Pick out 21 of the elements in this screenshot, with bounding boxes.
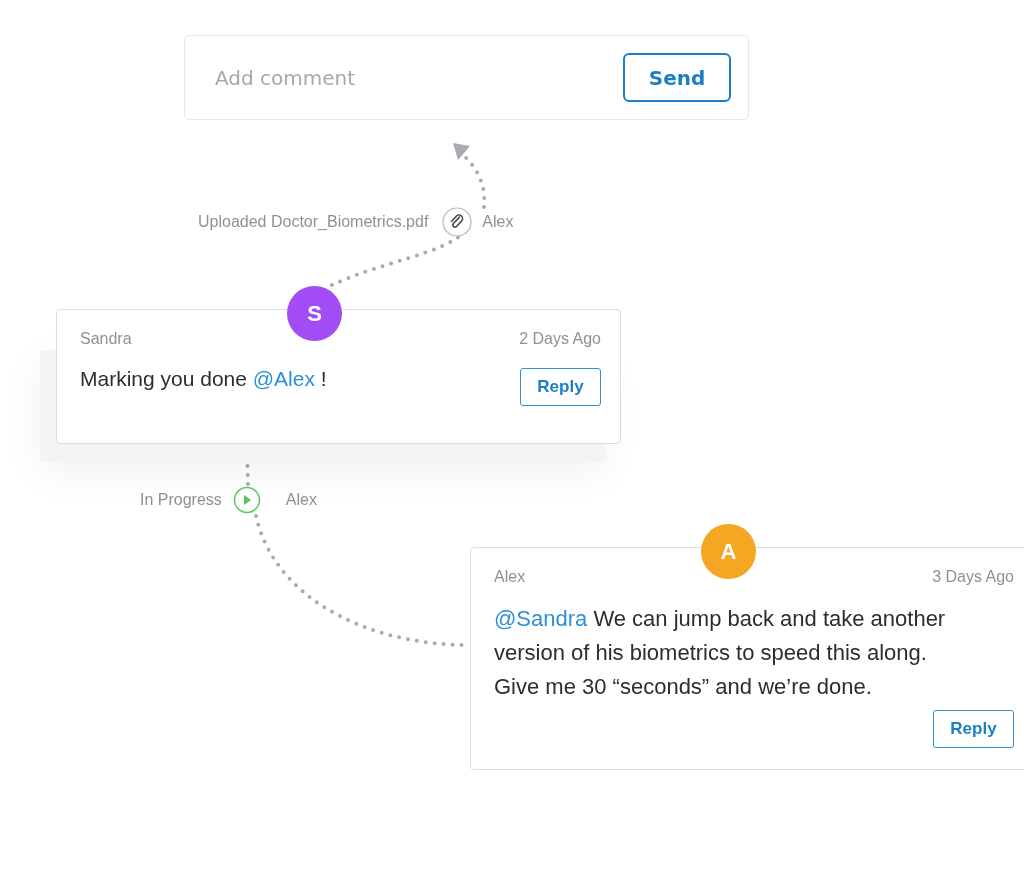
comment-time: 2 Days Ago: [519, 330, 601, 348]
event-text: In Progress: [140, 491, 222, 509]
comment-time: 3 Days Ago: [932, 568, 1014, 586]
event-text: Uploaded Doctor_Biometrics.pdf: [198, 213, 429, 231]
event-author: Alex: [285, 491, 317, 509]
comment-field[interactable]: Add comment: [213, 64, 623, 91]
send-button[interactable]: Send: [623, 53, 731, 102]
comment-author: Alex: [494, 568, 526, 586]
comment-text: @Sandra We can jump back and take another version of his biometrics to speed this along. Give me 30 “seconds” and we’re done.: [494, 605, 947, 701]
avatar: S: [287, 286, 342, 341]
comment-text: Marking you done @Alex !: [80, 366, 327, 392]
mention-link[interactable]: @Alex: [252, 367, 315, 390]
dotted-arrow: [453, 143, 487, 209]
reply-button[interactable]: Reply: [933, 710, 1014, 748]
paperclip-icon: [442, 207, 473, 237]
comment-author: Sandra: [80, 330, 132, 348]
event-author: Alex: [482, 213, 514, 231]
play-icon: [232, 486, 261, 514]
mention-link[interactable]: @Sandra: [494, 606, 588, 631]
avatar: A: [701, 524, 756, 579]
reply-button[interactable]: Reply: [520, 368, 601, 406]
